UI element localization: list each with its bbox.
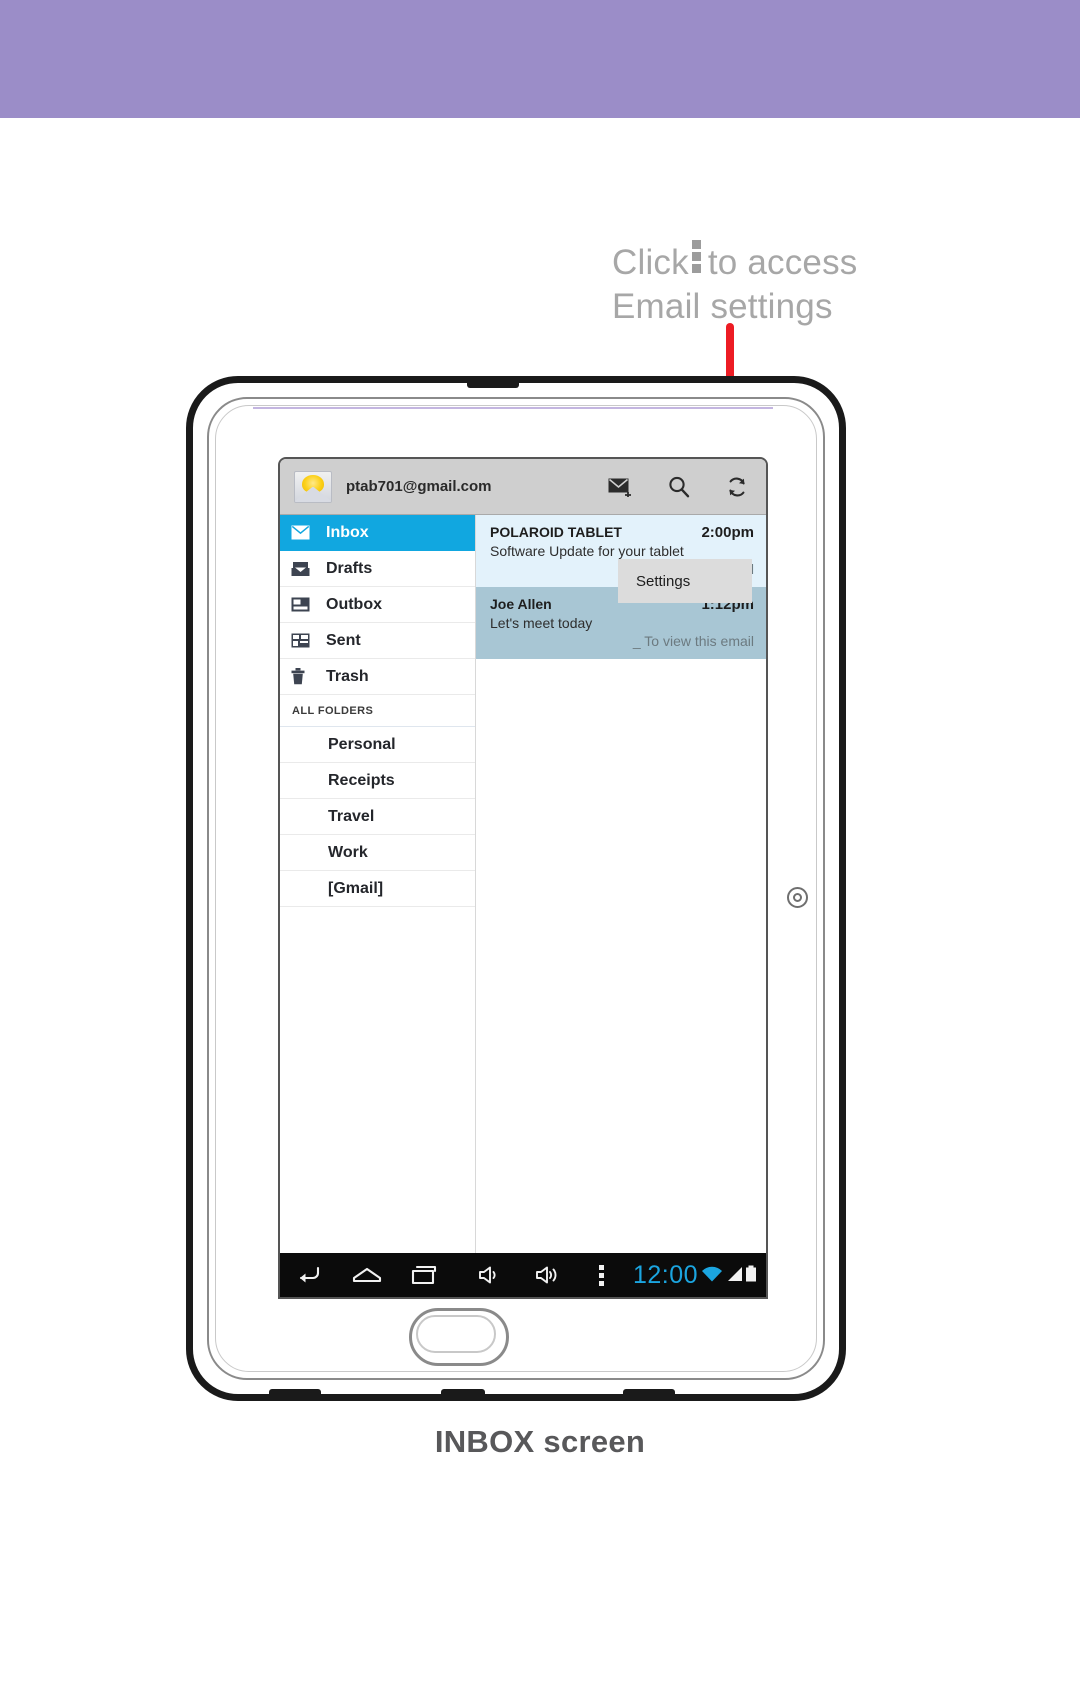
android-navigation-bar: 12:00 [280,1253,766,1297]
tablet-bezel-hairline [253,407,773,409]
message-subject: Let's meet today [490,615,593,631]
sidebar-item-inbox[interactable]: Inbox [280,515,475,551]
outbox-icon [291,597,317,612]
tablet-bottom-notch-mid [441,1389,485,1397]
message-subject: Software Update for your tablet [490,543,684,559]
volume-up-icon[interactable] [520,1253,578,1297]
sidebar-item-label: Trash [326,667,369,685]
callout-text-line2: Email settings [612,287,833,326]
sidebar-item-work[interactable]: Work [280,835,475,871]
settings-menu-popup[interactable]: Settings [618,559,752,603]
sidebar-item-drafts[interactable]: Drafts [280,551,475,587]
message-preview: _ To view this email [632,633,754,649]
message-time: 2:00pm [701,524,754,541]
sidebar-item-label: Outbox [326,595,382,613]
callout-text-after: to access [707,243,858,282]
volume-down-icon[interactable] [462,1253,520,1297]
all-folders-section-header: ALL FOLDERS [280,695,475,727]
trash-can-icon [291,668,317,685]
mail-sun-avatar-icon [294,470,332,503]
drafts-icon [291,561,317,577]
status-cluster: 12:00 [624,1261,766,1290]
tablet-device: ptab701@gmail.com Inbox Drafts Outbox Se… [186,376,846,1401]
signal-icon [726,1264,743,1287]
message-sender: POLAROID TABLET [490,524,622,540]
sidebar-item-label: [Gmail] [328,879,384,897]
top-color-band [0,0,1080,118]
inbox-envelope-icon [291,525,317,540]
wifi-icon [700,1264,724,1287]
email-app-bar: ptab701@gmail.com [280,459,766,515]
tablet-top-notch [467,380,519,388]
sidebar-item-label: Personal [328,735,396,753]
sidebar-item-label: Travel [328,807,375,825]
compose-icon[interactable] [606,472,636,502]
sidebar-item-label: Work [328,843,368,861]
sidebar-item-trash[interactable]: Trash [280,659,475,695]
sidebar-item-label: Drafts [326,559,373,577]
home-icon[interactable] [338,1253,396,1297]
sidebar-item-label: Receipts [328,771,395,789]
message-sender: Joe Allen [490,596,552,612]
callout-text-before: Click [612,243,689,282]
sidebar-item-label: Sent [326,631,361,649]
mail-body: Inbox Drafts Outbox Sent Trash ALL FOLDE… [280,515,766,1253]
search-icon[interactable] [664,472,694,502]
sidebar-item-receipts[interactable]: Receipts [280,763,475,799]
sidebar-item-travel[interactable]: Travel [280,799,475,835]
kebab-menu-icon [691,240,702,273]
sent-icon [291,633,317,648]
tablet-bottom-notch-right [623,1389,675,1397]
sidebar-item-sent[interactable]: Sent [280,623,475,659]
kebab-menu-icon[interactable] [578,1253,624,1297]
settings-menu-item-label: Settings [636,572,691,590]
tablet-screen: ptab701@gmail.com Inbox Drafts Outbox Se… [278,457,768,1299]
recent-apps-icon[interactable] [396,1253,454,1297]
refresh-icon[interactable] [722,472,752,502]
message-list: POLAROID TABLET 2:00pm Software Update f… [476,515,766,1253]
account-email-label: ptab701@gmail.com [346,478,492,495]
folder-sidebar: Inbox Drafts Outbox Sent Trash ALL FOLDE… [280,515,476,1253]
sidebar-item-outbox[interactable]: Outbox [280,587,475,623]
status-clock: 12:00 [632,1260,698,1289]
front-camera-icon [787,887,808,908]
back-icon[interactable] [280,1253,338,1297]
sidebar-item-gmail[interactable]: [Gmail] [280,871,475,907]
hardware-home-button[interactable] [409,1308,509,1366]
callout-annotation: Click to access Email settings [612,240,1032,329]
sidebar-item-personal[interactable]: Personal [280,727,475,763]
sidebar-item-label: Inbox [326,523,369,541]
figure-caption: INBOX screen [434,1424,646,1459]
tablet-bottom-notch-left [269,1389,321,1397]
battery-icon [745,1264,757,1287]
